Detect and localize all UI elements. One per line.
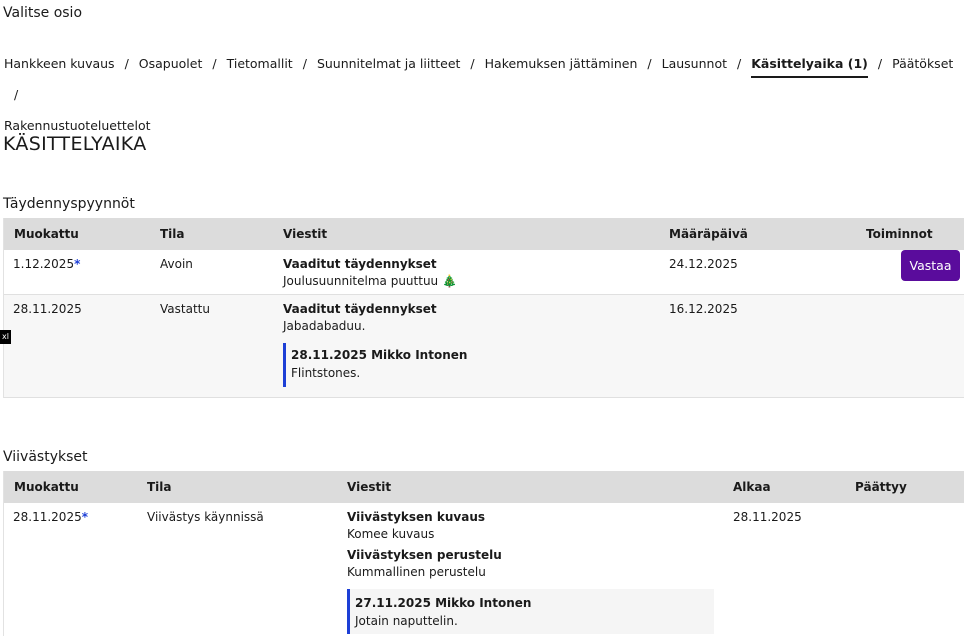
nav-paatokset[interactable]: Päätökset [892, 48, 953, 79]
message-cell: Viivästyksen kuvaus Komee kuvaus Viiväst… [347, 510, 502, 579]
col-modified: Muokattu [14, 480, 79, 494]
table-row: 28.11.2025 Vastattu Vaaditut täydennykse… [4, 295, 964, 398]
deadline-cell: 24.12.2025 [669, 257, 738, 271]
col-starts: Alkaa [733, 480, 771, 494]
table-row: 28.11.2025* Viivästys käynnissä Viivästy… [4, 503, 964, 636]
supplement-table: Muokattu Tila Viestit Määräpäivä Toiminn… [3, 218, 964, 398]
section-label: Valitse osio [3, 5, 83, 21]
reply-text: Flintstones. [291, 366, 361, 380]
reply-author: 28.11.2025 Mikko Intonen [291, 348, 468, 362]
reply-text: Jotain naputtelin. [355, 614, 458, 628]
page-title: KÄSITTELYAIKA [3, 133, 147, 155]
modified-cell: 28.11.2025 [13, 302, 82, 316]
nav-hakemuksen-jattaminen[interactable]: Hakemuksen jättäminen [485, 48, 638, 79]
reply-author: 27.11.2025 Mikko Intonen [355, 596, 532, 610]
reply-button[interactable]: Vastaa [901, 250, 960, 281]
message-cell: Vaaditut täydennykset Jabadabaduu. [283, 302, 437, 333]
supplement-table-title: Täydennyspyynnöt [3, 196, 135, 212]
modified-asterisk: * [81, 510, 88, 524]
col-deadline: Määräpäivä [669, 227, 748, 241]
nav-suunnitelmat[interactable]: Suunnitelmat ja liitteet [317, 48, 460, 79]
nav-hankkeen-kuvaus[interactable]: Hankkeen kuvaus [4, 48, 115, 79]
message-title: Vaaditut täydennykset [283, 257, 437, 271]
state-cell: Vastattu [160, 302, 210, 316]
modified-cell: 28.11.2025* [13, 510, 88, 524]
deadline-cell: 16.12.2025 [669, 302, 738, 316]
reply-quote: 28.11.2025 Mikko Intonen Flintstones. [283, 343, 603, 387]
message-title: Vaaditut täydennykset [283, 302, 437, 316]
delay-reason-body: Kummallinen perustelu [347, 565, 486, 579]
nav-separator: / [124, 56, 129, 71]
col-actions: Toiminnot [866, 227, 933, 241]
nav-separator: / [877, 56, 883, 71]
supplement-table-header: Muokattu Tila Viestit Määräpäivä Toiminn… [4, 218, 964, 250]
reply-quote: 27.11.2025 Mikko Intonen Jotain naputtel… [347, 589, 714, 634]
nav-tietomallit[interactable]: Tietomallit [227, 48, 293, 79]
nav-separator: / [737, 56, 742, 71]
state-cell: Viivästys käynnissä [147, 510, 264, 524]
col-modified: Muokattu [14, 227, 79, 241]
message-body: Jabadabaduu. [283, 319, 366, 333]
delay-reason-title: Viivästyksen perustelu [347, 548, 502, 562]
nav-separator: / [302, 56, 307, 71]
state-cell: Avoin [160, 257, 193, 271]
col-state: Tila [160, 227, 185, 241]
nav-separator: / [212, 56, 217, 71]
section-nav: Hankkeen kuvaus / Osapuolet / Tietomallit / Su… [4, 48, 959, 141]
col-messages: Viestit [283, 227, 328, 241]
nav-separator: / [647, 56, 652, 71]
nav-osapuolet[interactable]: Osapuolet [139, 48, 203, 79]
delays-table: Muokattu Tila Viestit Alkaa Päättyy 28.1… [3, 471, 964, 636]
col-messages: Viestit [347, 480, 392, 494]
starts-cell: 28.11.2025 [733, 510, 802, 524]
modified-asterisk: * [74, 257, 81, 271]
nav-separator: / [470, 56, 475, 71]
table-row: 1.12.2025* Avoin Vaaditut täydennykset J… [4, 250, 964, 295]
col-ends: Päättyy [855, 480, 907, 494]
delays-table-header: Muokattu Tila Viestit Alkaa Päättyy [4, 471, 964, 503]
message-cell: Vaaditut täydennykset Joulusuunnitelma p… [283, 257, 457, 288]
nav-separator: / [14, 87, 19, 102]
delays-table-title: Viivästykset [3, 449, 88, 465]
message-body: Joulusuunnitelma puuttuu 🎄 [283, 274, 457, 288]
delay-description-title: Viivästyksen kuvaus [347, 510, 486, 524]
col-state: Tila [147, 480, 172, 494]
nav-lausunnot[interactable]: Lausunnot [662, 48, 727, 79]
delay-description-body: Komee kuvaus [347, 527, 435, 541]
nav-kasittelyaika[interactable]: Käsittelyaika (1) [751, 52, 868, 78]
breakpoint-badge: xl [0, 330, 11, 344]
modified-cell: 1.12.2025* [13, 257, 81, 271]
